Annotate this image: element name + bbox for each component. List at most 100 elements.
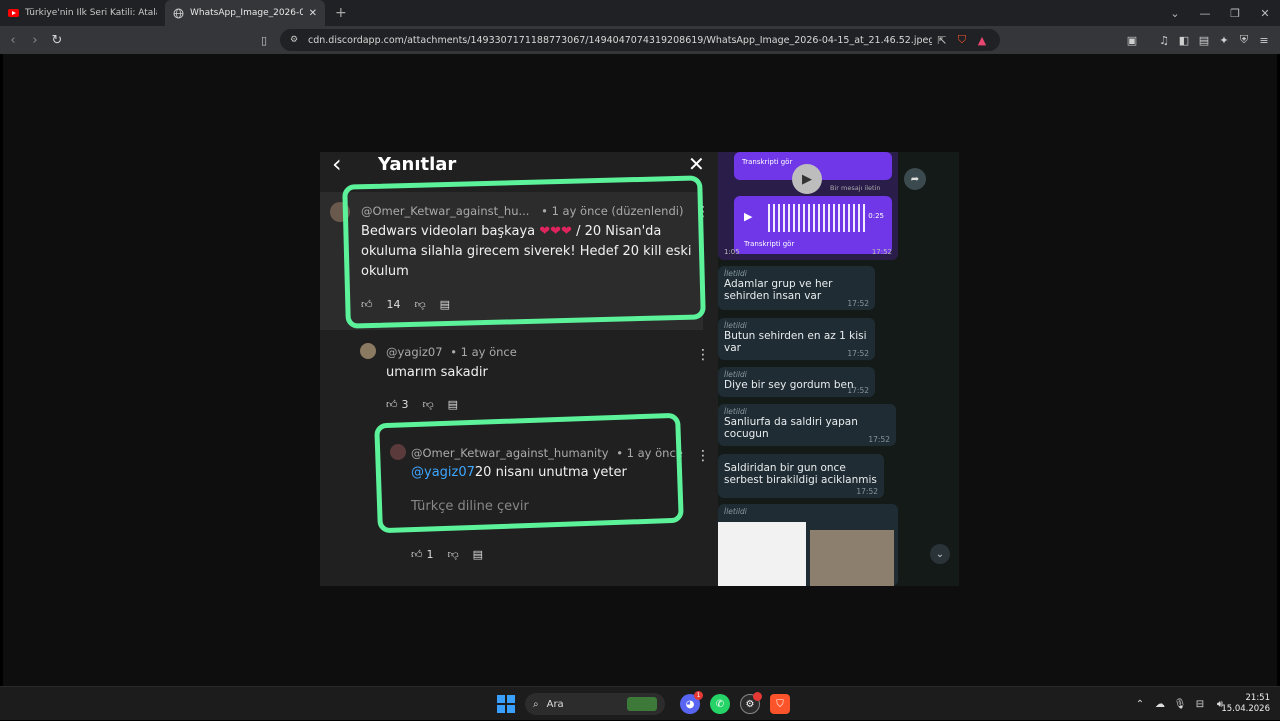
microphone-icon[interactable]: 🎙︎ — [1170, 699, 1190, 710]
notification-dot — [753, 692, 762, 701]
tab-search-icon[interactable]: ⌄ — [1160, 7, 1190, 20]
whatsapp-image: ‹ Yanıtlar ✕ @Omer_Ketwar_against_hu... … — [320, 152, 959, 586]
network-icon[interactable]: ⊟ — [1190, 699, 1210, 710]
back-button[interactable]: ‹ — [2, 33, 24, 48]
chat-message: İletildi Butun sehirden en az 1 kisi var… — [718, 318, 875, 360]
youtube-icon — [8, 8, 19, 19]
avatar — [360, 343, 376, 359]
vpn-icon[interactable]: ⛨ — [1234, 33, 1254, 47]
tab-title: Türkiye'nin İlk Seri Katili: Atalay Fili… — [25, 8, 157, 18]
bookmark-icon[interactable]: ▯ — [254, 34, 274, 47]
new-tab-button[interactable]: + — [335, 0, 347, 26]
chat-message: İletildi Sanliurfa da saldiri yapan cocu… — [718, 404, 896, 446]
replies-title: Yanıtlar — [378, 154, 457, 175]
whatsapp-icon[interactable]: ✆ — [710, 694, 730, 714]
message-time: 17:52 — [868, 435, 890, 444]
tab-whatsapp-image[interactable]: WhatsApp_Image_2026-04-15_a ✕ — [165, 0, 325, 26]
share-icon[interactable]: ⇱ — [932, 34, 952, 47]
wallet-icon[interactable]: ▤ — [1194, 34, 1214, 47]
whatsapp-chat-panel: Transkripti gör ▶ Bir mesajı iletin ▶ 0:… — [718, 152, 959, 586]
tab-title: WhatsApp_Image_2026-04-15_a — [190, 8, 303, 18]
forwarded-label: İletildi — [724, 269, 747, 278]
minimize-button[interactable]: — — [1190, 7, 1220, 20]
comment-actions: 👍︎ 3 👎︎ ▤ — [386, 398, 472, 411]
play-icon: ▶ — [744, 210, 753, 223]
window-controls: ⌄ — ❐ ✕ — [1160, 0, 1280, 26]
chat-message-images: İletildi — [718, 504, 898, 586]
onedrive-icon[interactable]: ☁ — [1150, 699, 1170, 710]
message-text: Sanliurfa da saldiri yapan cocugun — [724, 416, 858, 440]
search-placeholder: Ara — [546, 698, 564, 710]
image-thumbnail — [718, 522, 806, 586]
chat-message: Saldiridan bir gun once serbest birakild… — [718, 454, 884, 498]
message-text: Adamlar grup ve her sehirden insan var — [724, 278, 833, 302]
taskbar: ⌕ Ara ◕ 1 ✆ ⚙ ⛉ ⌃ ☁ 🎙︎ ⊟ 🔊︎ 21:51 15.04.2… — [0, 686, 1280, 720]
message-time: 17:52 — [856, 487, 878, 496]
forward-button[interactable]: › — [24, 33, 46, 48]
sidebar-icon[interactable]: ◧ — [1174, 34, 1194, 47]
leo-ai-icon[interactable]: ✦ — [1214, 34, 1234, 47]
globe-icon — [173, 8, 184, 19]
message-time: 17:52 — [847, 349, 869, 358]
close-window-button[interactable]: ✕ — [1250, 7, 1280, 20]
steam-icon[interactable]: ⚙ — [740, 692, 762, 714]
chat-message: İletildi Adamlar grup ve her sehirden in… — [718, 266, 875, 310]
message-time: 17:52 — [847, 299, 869, 308]
clock-time: 21:51 — [1245, 693, 1271, 703]
site-info-icon[interactable]: ⚙ — [288, 35, 300, 45]
highlight-stroke — [374, 412, 684, 534]
dislike-icon: 👎︎ — [422, 398, 434, 411]
clock[interactable]: 21:51 15.04.2026 — [1221, 693, 1270, 715]
address-bar[interactable]: ⚙ cdn.discordapp.com/attachments/1493307… — [280, 29, 1000, 51]
dislike-icon: 👎︎ — [447, 548, 459, 561]
close-icon: ✕ — [688, 152, 705, 176]
chat-message: İletildi Diye bir sey gordum ben 17:52 — [718, 367, 875, 397]
browser-toolbar: ‹ › ↻ ▯ ⚙ cdn.discordapp.com/attachments… — [0, 26, 1280, 54]
menu-icon[interactable]: ≡ — [1254, 34, 1274, 47]
brave-shield-icon[interactable]: ⛉ — [952, 33, 972, 47]
reply-icon: ▤ — [472, 548, 484, 561]
message-text: Saldiridan bir gun once serbest birakild… — [724, 462, 877, 486]
voice-card-bottom: ▶ 0:25 Transkripti gör — [734, 196, 892, 254]
notification-badge: 1 — [694, 691, 703, 700]
maximize-button[interactable]: ❐ — [1220, 7, 1250, 20]
search-box[interactable]: ⌕ Ara — [525, 693, 665, 715]
highlight-stroke — [342, 175, 706, 329]
forwarded-label: İletildi — [724, 321, 747, 330]
forwarded-label: İletildi — [724, 507, 747, 516]
voice-note: Bir mesajı iletin — [830, 184, 881, 192]
tab-youtube[interactable]: Türkiye'nin İlk Seri Katili: Atalay Fili… — [0, 0, 165, 26]
discord-icon[interactable]: ◕ 1 — [680, 691, 703, 714]
tab-strip: Türkiye'nin İlk Seri Katili: Atalay Fili… — [0, 0, 1280, 26]
forwarded-label: İletildi — [724, 407, 747, 416]
screenshot-icon[interactable]: ▣ — [1122, 34, 1142, 47]
message-time: 17:52 — [871, 248, 892, 256]
search-icon: ⌕ — [533, 698, 539, 710]
like-count: 3 — [401, 398, 409, 411]
back-arrow-icon: ‹ — [332, 152, 342, 178]
system-tray: ⌃ ☁ 🎙︎ ⊟ 🔊︎ — [1130, 687, 1230, 721]
brave-icon[interactable]: ⛉ — [770, 694, 790, 714]
brave-rewards-icon[interactable]: ▲ — [972, 34, 992, 47]
play-icon: ▶ — [792, 164, 822, 194]
toolbar-actions: ▣ ♫ ◧ ▤ ✦ ⛨ ≡ — [1122, 26, 1274, 54]
message-time: 17:52 — [847, 386, 869, 395]
comment-user-name: @yagiz07 — [386, 345, 443, 359]
like-count: 1 — [426, 548, 434, 561]
comment-text: umarım sakadir — [386, 365, 488, 380]
scroll-down-icon: ⌄ — [930, 544, 950, 564]
message-text: Diye bir sey gordum ben — [724, 379, 854, 391]
like-icon: 👍︎ — [411, 548, 423, 561]
transcript-link: Transkripti gör — [744, 240, 795, 248]
media-icon[interactable]: ♫ — [1154, 34, 1174, 47]
close-tab-icon[interactable]: ✕ — [309, 8, 317, 19]
start-button[interactable] — [497, 695, 515, 713]
url-text[interactable]: cdn.discordapp.com/attachments/149330717… — [308, 35, 932, 46]
show-hidden-icons[interactable]: ⌃ — [1130, 699, 1150, 710]
comment-actions: 👍︎ 1 👎︎ ▤ — [411, 548, 497, 561]
transcript-link: Transkripti gör — [742, 158, 793, 166]
comment-meta: • 1 ay önce — [450, 345, 517, 359]
forwarded-label: İletildi — [724, 370, 747, 379]
reload-button[interactable]: ↻ — [46, 33, 68, 48]
clock-date: 15.04.2026 — [1221, 704, 1270, 714]
